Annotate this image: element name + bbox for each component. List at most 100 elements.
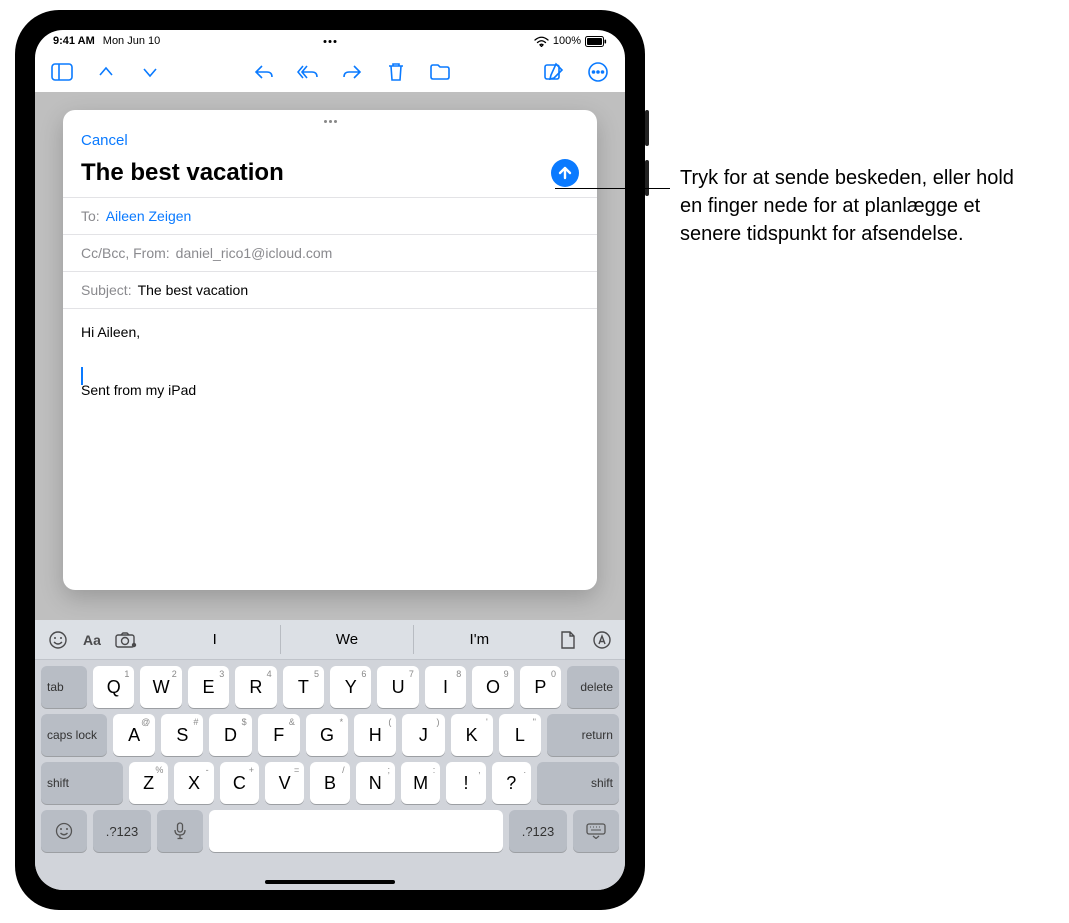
key-s[interactable]: S# [161,714,203,756]
screen: 9:41 AM Mon Jun 10 100% [35,30,625,890]
text-format-icon[interactable]: Aa [81,631,103,649]
emoji-icon [55,822,73,840]
wifi-icon [534,36,549,47]
compose-icon[interactable] [543,61,565,83]
reply-all-icon[interactable] [297,61,319,83]
status-time: 9:41 AM [53,35,95,47]
suggestion-word[interactable]: We [280,625,412,654]
key-f[interactable]: F& [258,714,300,756]
keyboard-row-3: shift Z% X- C+ V= B/ N; M: !, ?. shift [41,762,619,804]
ipad-frame: 9:41 AM Mon Jun 10 100% [15,10,645,910]
key-n[interactable]: N; [356,762,395,804]
battery-percent: 100% [553,35,581,47]
key-o[interactable]: O9 [472,666,513,708]
key-d[interactable]: D$ [209,714,251,756]
previous-message-icon[interactable] [95,61,117,83]
suggestion-word[interactable]: I [149,625,280,654]
microphone-icon [174,822,186,840]
dictation-key[interactable] [157,810,203,852]
to-field[interactable]: To: Aileen Zeigen [63,197,597,234]
volume-down-button[interactable] [645,160,649,196]
key-exclaim[interactable]: !, [446,762,485,804]
battery-icon [585,36,607,47]
key-e[interactable]: E3 [188,666,229,708]
callout-line [555,188,670,189]
emoji-sticker-icon[interactable] [47,631,69,649]
dismiss-keyboard-key[interactable] [573,810,619,852]
send-button[interactable] [551,159,579,187]
callout-text: Tryk for at sende beskeden, eller hold e… [680,164,1040,248]
forward-icon[interactable] [341,61,363,83]
key-v[interactable]: V= [265,762,304,804]
reply-icon[interactable] [253,61,275,83]
volume-up-button[interactable] [645,110,649,146]
message-body[interactable]: Hi Aileen, Sent from my iPad [63,309,597,590]
mail-toolbar [35,52,625,92]
compose-sheet: Cancel The best vacation To: Aileen Zeig… [63,110,597,590]
next-message-icon[interactable] [139,61,161,83]
sidebar-toggle-icon[interactable] [51,61,73,83]
compose-title: The best vacation [81,159,284,187]
markup-icon[interactable] [591,631,613,649]
camera-scan-icon[interactable] [115,631,137,649]
ccbcc-from-field[interactable]: Cc/Bcc, From: daniel_rico1@icloud.com [63,234,597,271]
multitask-dots-icon[interactable] [324,40,337,43]
to-value[interactable]: Aileen Zeigen [106,208,192,224]
ccbcc-label: Cc/Bcc, From: [81,245,170,261]
key-g[interactable]: G* [306,714,348,756]
from-value: daniel_rico1@icloud.com [176,245,333,261]
cancel-button[interactable]: Cancel [81,132,128,149]
more-icon[interactable] [587,61,609,83]
key-q[interactable]: Q1 [93,666,134,708]
subject-field[interactable]: Subject: The best vacation [63,271,597,309]
key-x[interactable]: X- [174,762,213,804]
suggestion-word[interactable]: I'm [413,625,545,654]
key-h[interactable]: H( [354,714,396,756]
key-question[interactable]: ?. [492,762,531,804]
key-k[interactable]: K' [451,714,493,756]
emoji-key[interactable] [41,810,87,852]
numbers-key-right[interactable]: .?123 [509,810,567,852]
keyboard-row-1: tab Q1 W2 E3 R4 T5 Y6 U7 I8 O9 P0 delete [41,666,619,708]
trash-icon[interactable] [385,61,407,83]
key-j[interactable]: J) [402,714,444,756]
shift-key-right[interactable]: shift [537,762,619,804]
home-indicator[interactable] [265,880,395,884]
caps-lock-key[interactable]: caps lock [41,714,107,756]
document-scan-icon[interactable] [557,631,579,649]
key-u[interactable]: U7 [377,666,418,708]
delete-key[interactable]: delete [567,666,619,708]
space-key[interactable] [209,810,503,852]
tab-key[interactable]: tab [41,666,87,708]
key-z[interactable]: Z% [129,762,168,804]
keyboard-row-4: .?123 .?123 [41,810,619,852]
key-m[interactable]: M: [401,762,440,804]
signature: Sent from my iPad [81,379,579,401]
status-date: Mon Jun 10 [103,35,160,47]
key-y[interactable]: Y6 [330,666,371,708]
shift-key-left[interactable]: shift [41,762,123,804]
key-p[interactable]: P0 [520,666,561,708]
key-i[interactable]: I8 [425,666,466,708]
subject-label: Subject: [81,282,132,298]
move-folder-icon[interactable] [429,61,451,83]
status-bar: 9:41 AM Mon Jun 10 100% [35,30,625,52]
key-w[interactable]: W2 [140,666,181,708]
text-cursor [81,367,83,385]
arrow-up-icon [557,165,573,181]
key-l[interactable]: L" [499,714,541,756]
key-t[interactable]: T5 [283,666,324,708]
numbers-key-left[interactable]: .?123 [93,810,151,852]
onscreen-keyboard: Aa I We I'm [35,620,625,890]
keyboard-hide-icon [586,823,606,839]
return-key[interactable]: return [547,714,619,756]
body-greeting: Hi Aileen, [81,321,579,343]
key-c[interactable]: C+ [220,762,259,804]
key-r[interactable]: R4 [235,666,276,708]
suggestion-words: I We I'm [149,625,545,654]
to-label: To: [81,208,100,224]
keyboard-row-2: caps lock A@ S# D$ F& G* H( J) K' L" ret… [41,714,619,756]
key-a[interactable]: A@ [113,714,155,756]
sheet-grabber-icon[interactable] [63,110,597,132]
key-b[interactable]: B/ [310,762,349,804]
